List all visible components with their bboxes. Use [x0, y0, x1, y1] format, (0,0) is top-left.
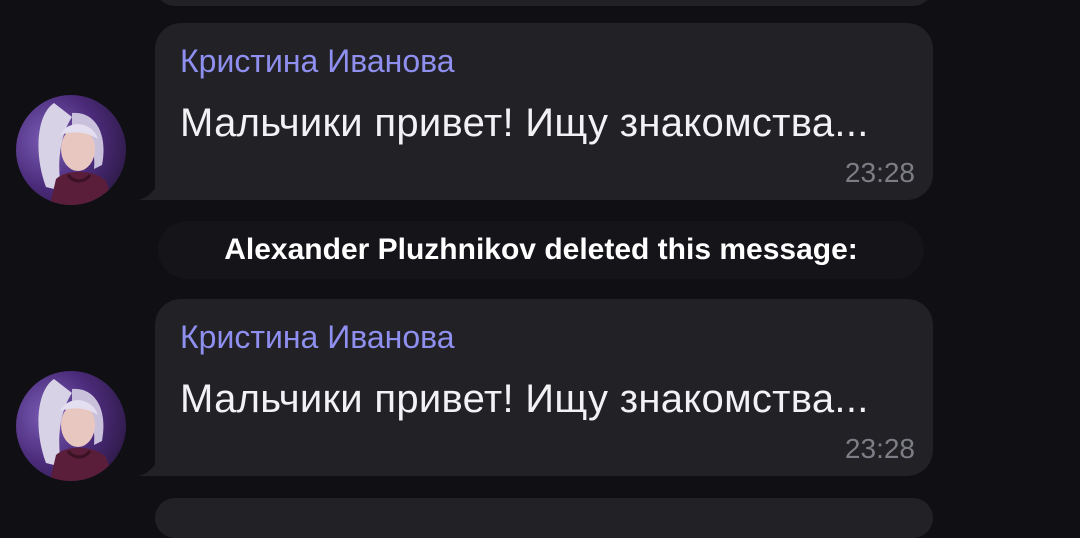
message-bubble[interactable]: Кристина Иванова Мальчики привет! Ищу зн…	[155, 23, 933, 200]
avatar-photo	[16, 95, 126, 205]
message-row: Кристина Иванова Мальчики привет! Ищу зн…	[0, 299, 1080, 481]
service-message: Alexander Pluzhnikov deleted this messag…	[158, 221, 924, 279]
message-bubble[interactable]: Кристина Иванова Мальчики привет! Ищу зн…	[155, 299, 933, 476]
message-text: Мальчики привет! Ищу знакомства...	[180, 377, 869, 421]
sender-avatar[interactable]	[16, 371, 126, 481]
chat-history[interactable]: Кристина Иванова Мальчики привет! Ищу зн…	[0, 0, 1080, 538]
previous-message-bubble[interactable]	[155, 0, 933, 6]
sender-name[interactable]: Кристина Иванова	[180, 43, 455, 80]
message-timestamp: 23:28	[844, 433, 915, 464]
next-message-bubble[interactable]	[155, 498, 933, 538]
sender-avatar[interactable]	[16, 95, 126, 205]
message-text: Мальчики привет! Ищу знакомства...	[180, 101, 869, 145]
service-message-text: Alexander Pluzhnikov deleted this messag…	[224, 233, 858, 266]
message-row: Кристина Иванова Мальчики привет! Ищу зн…	[0, 23, 1080, 205]
message-timestamp: 23:28	[844, 157, 915, 188]
sender-name[interactable]: Кристина Иванова	[180, 319, 455, 356]
avatar-photo	[16, 371, 126, 481]
